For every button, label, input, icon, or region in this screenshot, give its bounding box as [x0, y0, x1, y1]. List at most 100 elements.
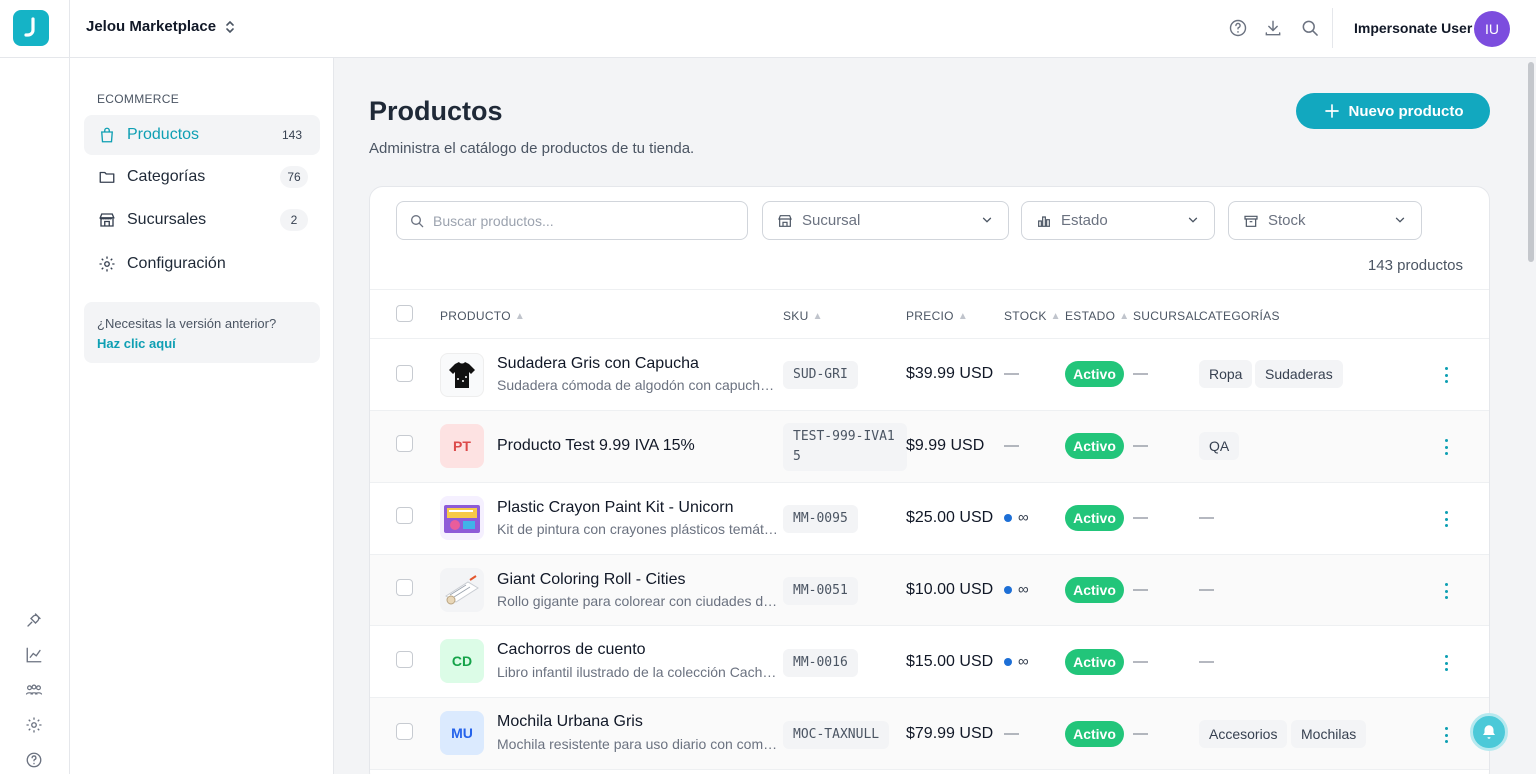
- folder-icon: [97, 167, 117, 187]
- result-count: 143 productos: [1367, 257, 1463, 274]
- product-initials-avatar: CD: [440, 639, 484, 683]
- status-filter-dropdown[interactable]: Estado: [1021, 201, 1215, 240]
- product-description: Libro infantil ilustrado de la colección…: [497, 664, 780, 680]
- row-actions-menu-icon[interactable]: [1442, 583, 1450, 599]
- row-checkbox[interactable]: [396, 579, 413, 596]
- row-checkbox[interactable]: [396, 723, 413, 740]
- column-header-branch: SUCURSAL: [1133, 309, 1201, 323]
- settings-icon[interactable]: [23, 714, 45, 736]
- sidebar-item-count: 2: [280, 209, 308, 231]
- search-icon[interactable]: [1299, 17, 1321, 39]
- status-badge: Activo: [1065, 505, 1124, 531]
- product-name[interactable]: Plastic Crayon Paint Kit - Unicorn: [497, 499, 734, 517]
- workspace-name: Jelou Marketplace: [86, 18, 217, 35]
- table-row[interactable]: Giant Coloring Roll - Cities Rollo gigan…: [370, 555, 1489, 626]
- main-content: Productos Administra el catálogo de prod…: [334, 58, 1524, 774]
- product-initials-avatar: MU: [440, 711, 484, 755]
- page-scrollbar[interactable]: [1526, 58, 1536, 774]
- stock-filter-dropdown[interactable]: Stock: [1228, 201, 1422, 240]
- product-sku: TEST-999-IVA15: [783, 423, 907, 471]
- help-icon[interactable]: [1227, 17, 1249, 39]
- branch-filter-dropdown[interactable]: Sucursal: [762, 201, 1009, 240]
- row-checkbox[interactable]: [396, 507, 413, 524]
- product-name[interactable]: Sudadera Gris con Capucha: [497, 355, 699, 373]
- column-header-stock[interactable]: STOCK ▲: [1004, 309, 1061, 323]
- sidebar: ECOMMERCE Productos 143 Categorías 76 Su…: [70, 58, 334, 774]
- notification-bell-icon[interactable]: [1470, 713, 1508, 751]
- product-name[interactable]: Cachorros de cuento: [497, 641, 646, 659]
- column-header-price[interactable]: PRECIO ▲: [906, 309, 968, 323]
- sidebar-item-configuracion[interactable]: Configuración: [84, 244, 320, 284]
- table-row[interactable]: MU Mochila Urbana Gris Mochila resistent…: [370, 698, 1489, 770]
- stock-dot-icon: [1004, 585, 1012, 594]
- stock-value: ∞: [1004, 581, 1029, 598]
- row-checkbox[interactable]: [396, 435, 413, 452]
- column-header-product[interactable]: PRODUCTO ▲: [440, 309, 525, 323]
- category-chip: Accesorios: [1199, 720, 1288, 748]
- rail-divider: [0, 57, 70, 58]
- row-actions-menu-icon[interactable]: [1442, 367, 1450, 383]
- plug-icon[interactable]: [23, 609, 45, 631]
- chart-icon[interactable]: [23, 644, 45, 666]
- product-price: $79.99 USD: [906, 725, 994, 742]
- shopping-bag-icon: [97, 125, 117, 145]
- product-initials-avatar: PT: [440, 424, 484, 468]
- legacy-link[interactable]: Haz clic aquí: [97, 334, 307, 354]
- table-row[interactable]: PT Producto Test 9.99 IVA 15% TEST-999-I…: [370, 411, 1489, 483]
- branch-value: —: [1133, 653, 1148, 670]
- legacy-question: ¿Necesitas la versión anterior?: [97, 316, 277, 331]
- sidebar-item-label: Configuración: [127, 255, 226, 272]
- product-sku: MM-0016: [783, 649, 858, 677]
- user-name[interactable]: Impersonate User: [1354, 20, 1472, 36]
- categories-value: —: [1199, 581, 1214, 598]
- product-name[interactable]: Mochila Urbana Gris: [497, 713, 643, 731]
- product-description: Kit de pintura con crayones plásticos te…: [497, 521, 780, 537]
- sidebar-item-productos[interactable]: Productos 143: [84, 115, 320, 155]
- branch-value: —: [1133, 365, 1148, 382]
- topbar-divider: [1332, 8, 1333, 48]
- product-sku: MM-0095: [783, 505, 858, 533]
- icon-rail: [0, 0, 70, 774]
- column-header-status[interactable]: ESTADO ▲: [1065, 309, 1129, 323]
- legacy-version-box: ¿Necesitas la versión anterior? Haz clic…: [84, 302, 320, 363]
- sidebar-item-label: Productos: [127, 126, 200, 143]
- row-actions-menu-icon[interactable]: [1442, 655, 1450, 671]
- product-name[interactable]: Producto Test 9.99 IVA 15%: [497, 437, 695, 455]
- row-actions-menu-icon[interactable]: [1442, 727, 1450, 743]
- table-row[interactable]: CD Cachorros de cuento Libro infantil il…: [370, 626, 1489, 698]
- scrollbar-thumb[interactable]: [1528, 62, 1534, 262]
- jelou-logo-icon[interactable]: [13, 10, 49, 46]
- search-field[interactable]: [396, 201, 748, 240]
- branch-value: —: [1133, 725, 1148, 742]
- select-all-checkbox[interactable]: [396, 305, 413, 322]
- table-row[interactable]: Sudadera Gris con Capucha Sudadera cómod…: [370, 339, 1489, 411]
- archive-icon: [1244, 215, 1258, 227]
- table-row[interactable]: Plastic Crayon Paint Kit - Unicorn Kit d…: [370, 483, 1489, 555]
- avatar[interactable]: IU: [1474, 11, 1510, 47]
- stock-dot-icon: [1004, 657, 1012, 666]
- top-bar: Jelou Marketplace Impersonate User IU: [70, 0, 1536, 58]
- users-icon[interactable]: [23, 679, 45, 701]
- row-checkbox[interactable]: [396, 365, 413, 382]
- row-actions-menu-icon[interactable]: [1442, 511, 1450, 527]
- plus-icon: [1324, 104, 1339, 118]
- sidebar-item-count: 76: [280, 166, 308, 188]
- product-description: Sudadera cómoda de algodón con capucha y…: [497, 377, 780, 393]
- page-title: Productos: [369, 96, 503, 126]
- column-header-sku[interactable]: SKU ▲: [783, 309, 823, 323]
- row-actions-menu-icon[interactable]: [1442, 439, 1450, 455]
- help-icon[interactable]: [23, 749, 45, 771]
- sidebar-item-sucursales[interactable]: Sucursales 2: [84, 200, 320, 240]
- gear-icon: [97, 254, 117, 274]
- search-input[interactable]: [433, 212, 723, 229]
- workspace-switcher[interactable]: Jelou Marketplace: [86, 18, 236, 35]
- row-checkbox[interactable]: [396, 651, 413, 668]
- status-filter-label: Estado: [1061, 212, 1108, 229]
- category-chip: QA: [1199, 432, 1240, 460]
- new-product-button[interactable]: Nuevo producto: [1296, 93, 1490, 129]
- product-name[interactable]: Giant Coloring Roll - Cities: [497, 571, 686, 589]
- download-icon[interactable]: [1262, 17, 1284, 39]
- category-chip: Mochilas: [1291, 720, 1367, 748]
- sidebar-item-categorias[interactable]: Categorías 76: [84, 157, 320, 197]
- product-sku: MOC-TAXNULL: [783, 721, 890, 749]
